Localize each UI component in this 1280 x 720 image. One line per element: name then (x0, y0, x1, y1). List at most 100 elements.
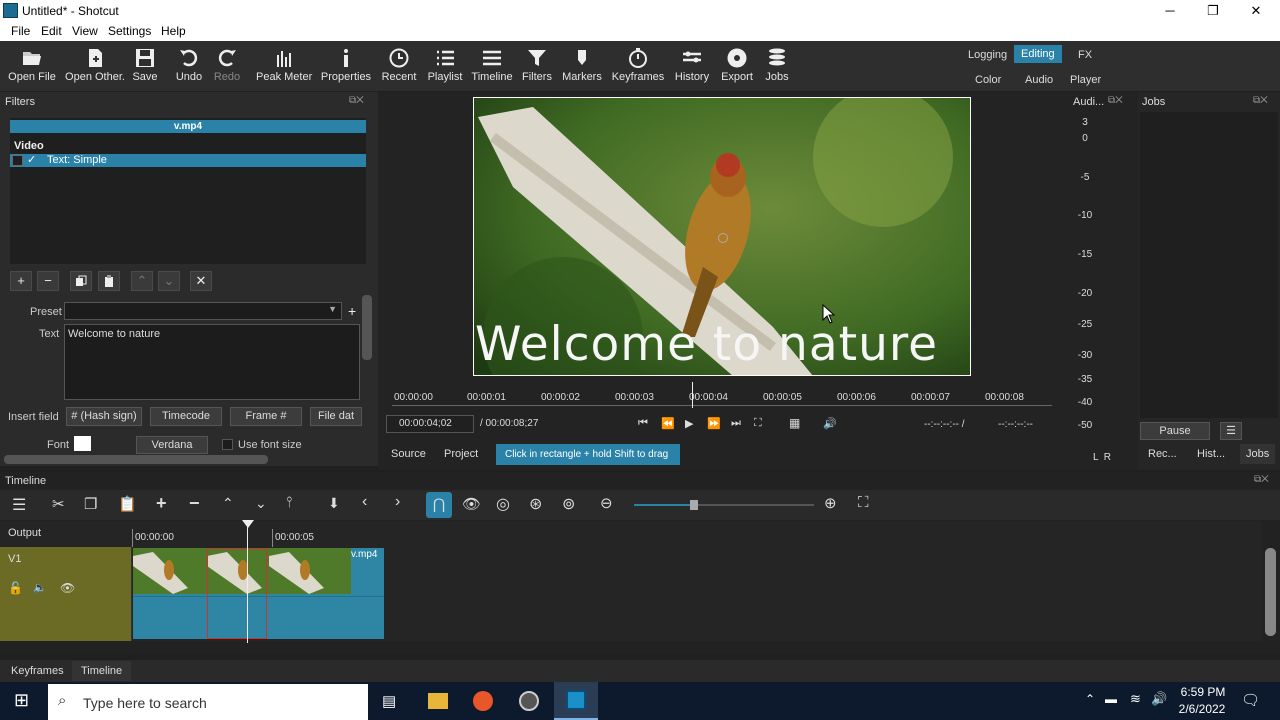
ripple-markers-icon[interactable]: ⊚ (562, 494, 575, 514)
task-view-icon[interactable]: ▤ (382, 692, 396, 710)
scrub-icon[interactable]: 👁 (462, 495, 481, 513)
insert-timecode-button[interactable]: Timecode (150, 407, 222, 426)
previous-marker-icon[interactable]: ‹ (362, 493, 367, 511)
menu-view[interactable]: View (72, 24, 98, 38)
timeline-menu-icon[interactable]: ☰ (12, 495, 26, 515)
append-icon[interactable]: + (156, 493, 167, 514)
open-other-button[interactable]: Open Other. (64, 41, 126, 91)
tab-recent[interactable]: Rec... (1148, 448, 1177, 460)
shotcut-taskbar-button[interactable] (554, 682, 598, 720)
save-preset-button[interactable]: + (348, 302, 362, 320)
deselect-filter-button[interactable]: ✕ (190, 271, 212, 291)
zoom-slider[interactable] (634, 500, 814, 510)
tab-source[interactable]: Source (391, 448, 426, 460)
zoom-out-icon[interactable]: ⊖ (600, 494, 613, 512)
timeline-ruler[interactable]: 00:00:00 00:00:05 (132, 521, 1262, 547)
zoom-slider-handle[interactable] (690, 500, 698, 510)
layout-player[interactable]: Player (1064, 72, 1107, 88)
add-filter-button[interactable]: + (10, 271, 32, 291)
use-font-size-checkbox[interactable] (222, 439, 233, 450)
zoom-fit-icon[interactable]: ⛶ (858, 494, 869, 511)
copy-filter-button[interactable] (70, 271, 92, 291)
lift-icon[interactable]: ⌃ (222, 495, 234, 512)
jobs-menu-button[interactable]: ☰ (1220, 422, 1242, 440)
insert-frame-button[interactable]: Frame # (230, 407, 302, 426)
menu-edit[interactable]: Edit (41, 24, 62, 38)
volume-icon[interactable]: 🔊 (823, 417, 837, 430)
next-marker-icon[interactable]: › (395, 493, 400, 511)
overwrite-icon[interactable]: ⌄ (255, 495, 267, 512)
move-filter-down-button[interactable]: ⌄ (158, 271, 180, 291)
open-file-button[interactable]: Open File (8, 41, 56, 91)
filter-enable-checkbox[interactable] (12, 155, 23, 166)
keyframes-button[interactable]: Keyframes (610, 41, 666, 91)
ripple-icon[interactable]: ◎ (496, 494, 510, 514)
filters-button[interactable]: Filters (520, 41, 554, 91)
maximize-button[interactable]: ❐ (1191, 0, 1235, 22)
save-button[interactable]: Save (128, 41, 162, 91)
close-button[interactable]: ✕ (1234, 0, 1278, 22)
layout-fx[interactable]: FX (1072, 47, 1098, 63)
export-button[interactable]: Export (718, 41, 756, 91)
copy-icon[interactable]: ❐ (84, 495, 97, 513)
split-icon[interactable]: ⫯ (286, 494, 293, 511)
undo-button[interactable]: Undo (172, 41, 206, 91)
rectangle-center-handle[interactable] (718, 233, 728, 243)
redo-button[interactable]: Redo (210, 41, 244, 91)
skip-to-end-icon[interactable]: ⏭ (731, 417, 741, 430)
recent-button[interactable]: Recent (380, 41, 418, 91)
tab-keyframes[interactable]: Keyframes (11, 665, 64, 677)
firefox-icon[interactable] (473, 691, 493, 711)
filters-dock-buttons[interactable]: ⧉✕ (349, 95, 364, 106)
audio-dock-buttons[interactable]: ⧉✕ (1108, 95, 1123, 106)
player-playhead[interactable] (692, 382, 693, 408)
lock-icon[interactable]: 🔓 (8, 581, 23, 595)
notifications-icon[interactable]: 🗨 (1241, 691, 1260, 709)
menu-help[interactable]: Help (161, 24, 186, 38)
rewind-icon[interactable]: ⏪ (661, 417, 675, 430)
ripple-delete-icon[interactable]: − (189, 493, 200, 514)
tab-timeline[interactable]: Timeline (72, 661, 132, 681)
zoom-icon[interactable]: ⛶ (754, 417, 762, 430)
timeline-dock-buttons[interactable]: ⧉✕ (1254, 474, 1269, 485)
timeline-vscrollbar[interactable] (1265, 548, 1276, 636)
peak-meter-button[interactable]: Peak Meter (256, 41, 312, 91)
play-icon[interactable]: ▶ (685, 417, 693, 430)
tab-history[interactable]: Hist... (1197, 448, 1225, 460)
grid-icon[interactable]: ▦ (789, 416, 800, 430)
tray-chevron-up-icon[interactable]: ⌃ (1085, 692, 1095, 706)
player-time-ruler[interactable]: 00:00:00 00:00:01 00:00:02 00:00:03 00:0… (392, 380, 1052, 408)
obs-icon[interactable] (519, 691, 539, 711)
eye-icon[interactable]: 👁 (60, 581, 75, 595)
pause-jobs-button[interactable]: Pause (1140, 422, 1210, 440)
taskbar-search-box[interactable]: ⌕ Type here to search (48, 684, 368, 720)
paste-filter-button[interactable] (98, 271, 120, 291)
ripple-all-icon[interactable]: ⊛ (529, 494, 542, 514)
filter-item-text-simple[interactable]: ✓ Text: Simple (10, 154, 366, 167)
remove-filter-button[interactable]: − (37, 271, 59, 291)
move-filter-up-button[interactable]: ⌃ (131, 271, 153, 291)
playlist-button[interactable]: Playlist (426, 41, 464, 91)
clock-time[interactable]: 6:59 PM (1180, 685, 1226, 699)
jobs-dock-buttons[interactable]: ⧉✕ (1253, 95, 1268, 106)
layout-editing[interactable]: Editing (1014, 45, 1062, 63)
layout-logging[interactable]: Logging (962, 47, 1013, 63)
v1-track-header[interactable]: V1 🔓 🔈 👁 (0, 547, 132, 641)
paste-icon[interactable]: 📋 (118, 495, 137, 513)
cut-icon[interactable]: ✂ (52, 495, 65, 513)
video-preview[interactable]: Welcome to nature (473, 97, 971, 376)
layout-color[interactable]: Color (969, 72, 1007, 88)
minimize-button[interactable]: ─ (1148, 0, 1192, 22)
menu-settings[interactable]: Settings (108, 24, 151, 38)
clock-date[interactable]: 2/6/2022 (1178, 702, 1226, 716)
jobs-button[interactable]: Jobs (760, 41, 794, 91)
current-time-field[interactable]: 00:00:04;02 (386, 415, 474, 433)
text-input[interactable]: Welcome to nature (64, 324, 360, 400)
font-color-swatch[interactable] (74, 436, 91, 451)
tab-project[interactable]: Project (444, 448, 478, 460)
markers-button[interactable]: Markers (562, 41, 602, 91)
snap-toggle[interactable]: ⋂ (426, 492, 452, 518)
tab-jobs[interactable]: Jobs (1240, 444, 1276, 464)
zoom-in-icon[interactable]: ⊕ (824, 494, 837, 512)
fast-forward-icon[interactable]: ⏩ (707, 417, 721, 430)
